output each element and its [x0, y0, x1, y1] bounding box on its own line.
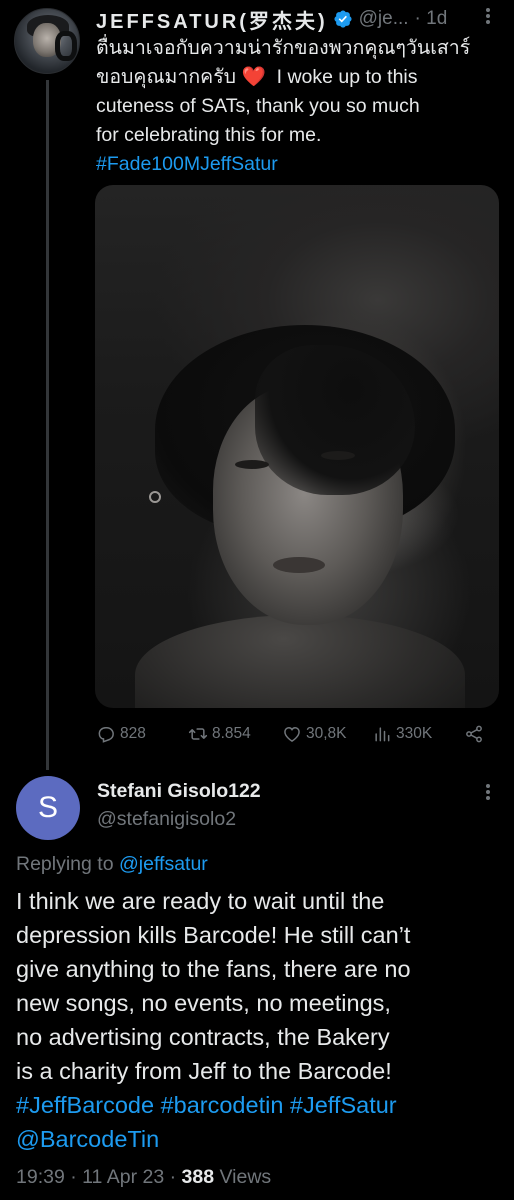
- thread-connector-line: [46, 80, 49, 770]
- reply-author-name[interactable]: Stefani Gisolo122: [97, 780, 261, 803]
- photo-eye-right: [321, 451, 355, 460]
- text-line: is a charity from Jeff to the Barcode!: [16, 1058, 392, 1084]
- photo-lips: [273, 557, 325, 573]
- text-line: no advertising contracts, the Bakery: [16, 1024, 390, 1050]
- more-options-icon[interactable]: [478, 6, 498, 28]
- like-count: 30,8K: [306, 725, 347, 742]
- photo-shoulders: [135, 615, 465, 708]
- tweet-header: JEFFSATUR(罗杰夫) @je... · 1d: [96, 5, 504, 34]
- tweet-date[interactable]: 11 Apr 23: [82, 1166, 164, 1188]
- more-options-icon[interactable]: [478, 782, 498, 804]
- text-line: depression kills Barcode! He still can’t: [16, 922, 411, 948]
- view-count: 330K: [396, 725, 433, 742]
- retweet-icon: [188, 728, 208, 740]
- analytics-bar-chart-icon: [375, 727, 390, 742]
- text-segment: I woke up to this: [276, 66, 418, 88]
- tweet-metadata: 19:39 · 11 Apr 23 · 388 Views: [16, 1166, 271, 1189]
- reply-author-handle[interactable]: @stefanigisolo2: [97, 808, 236, 831]
- relative-time: 1d: [426, 8, 448, 29]
- share-button[interactable]: [464, 722, 488, 746]
- text-line: for celebrating this for me.: [96, 124, 322, 146]
- reply-count: 828: [120, 725, 146, 742]
- avatar-headphones: [55, 31, 77, 61]
- separator-dot: ·: [70, 1166, 77, 1188]
- text-line: cuteness of SATs, thank you so much: [96, 95, 420, 117]
- views-label: Views: [219, 1166, 272, 1188]
- reply-button[interactable]: 828: [96, 722, 146, 746]
- share-icon: [466, 725, 482, 743]
- tweet-text: ตื่นมาเจอกับความน่ารักของพวกคุณๆวันเสาร์…: [96, 34, 500, 179]
- text-segment: ขอบคุณมากครับ: [96, 66, 237, 88]
- replying-to: Replying to @jeffsatur: [16, 853, 208, 876]
- parent-tweet[interactable]: JEFFSATUR(罗杰夫) @je... · 1d ตื่นมาเจอกับค…: [0, 0, 514, 770]
- heart-icon: [284, 726, 300, 742]
- hashtags-links[interactable]: #JeffBarcode #barcodetin #JeffSatur: [16, 1088, 506, 1122]
- reply-icon: [98, 727, 114, 743]
- separator-dot: ·: [414, 8, 421, 29]
- replying-to-label: Replying to: [16, 853, 114, 875]
- like-button[interactable]: 30,8K: [282, 722, 347, 746]
- text-line: ตื่นมาเจอกับความน่ารักของพวกคุณๆวันเสาร์: [96, 37, 471, 59]
- mention-link[interactable]: @BarcodeTin: [16, 1122, 506, 1156]
- replying-to-mention-link[interactable]: @jeffsatur: [119, 853, 208, 875]
- text-line: ขอบคุณมากครับ ❤️ I woke up to this: [96, 63, 500, 92]
- author-name[interactable]: JEFFSATUR(罗杰夫): [96, 5, 328, 34]
- tweet-time[interactable]: · 1d: [415, 8, 448, 30]
- tweet-actions: 828 8.854 30,8K 330K: [96, 722, 496, 746]
- text-line: new songs, no events, no meetings,: [16, 990, 391, 1016]
- tweet-media-photo[interactable]: [95, 185, 499, 708]
- photo-eye-left: [235, 460, 269, 469]
- red-heart-emoji-icon: ❤️: [241, 66, 266, 88]
- tweet-timestamp[interactable]: 19:39: [16, 1166, 65, 1188]
- avatar-letter: S: [37, 791, 58, 824]
- verified-badge-icon: [334, 10, 352, 28]
- views-count: 388: [181, 1166, 215, 1188]
- views-button[interactable]: 330K: [372, 722, 432, 746]
- text-line: give anything to the fans, there are no: [16, 956, 411, 982]
- avatar[interactable]: [14, 8, 80, 74]
- text-line: I think we are ready to wait until the: [16, 888, 385, 914]
- author-handle[interactable]: @je...: [359, 8, 409, 30]
- hashtag-link[interactable]: #Fade100MJeffSatur: [96, 150, 500, 179]
- retweet-count: 8.854: [212, 725, 251, 742]
- reply-author-avatar[interactable]: S: [16, 776, 80, 840]
- separator-dot: ·: [169, 1166, 177, 1188]
- reply-tweet-text: I think we are ready to wait until the d…: [16, 884, 506, 1156]
- retweet-button[interactable]: 8.854: [188, 722, 251, 746]
- photo-earring: [149, 491, 161, 503]
